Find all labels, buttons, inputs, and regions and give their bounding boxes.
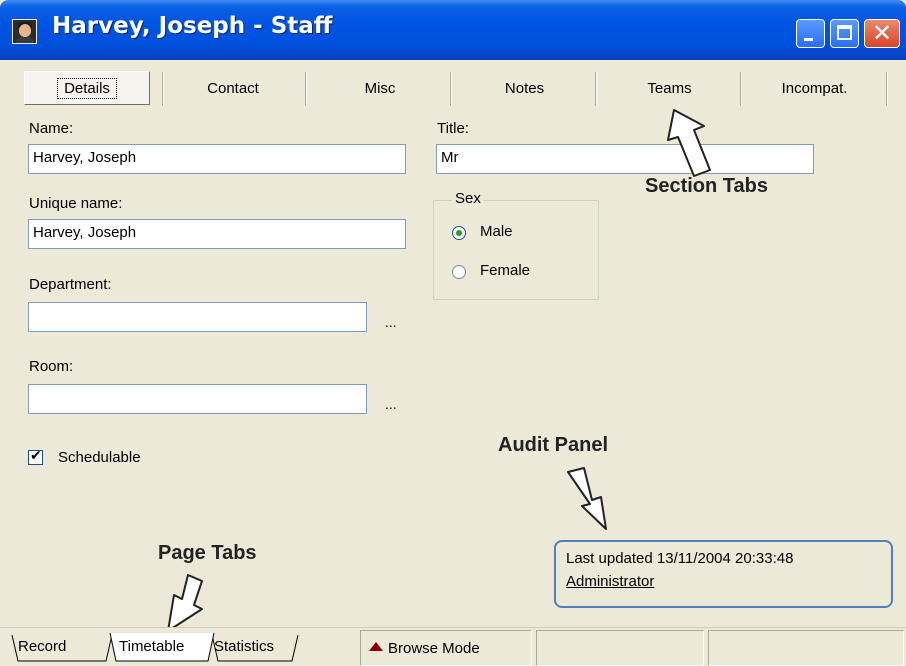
unique-name-field[interactable]: Harvey, Joseph	[28, 219, 406, 249]
radio-selected-dot	[456, 230, 462, 236]
schedulable-label[interactable]: Schedulable	[58, 449, 141, 466]
sex-female-radio[interactable]	[452, 265, 466, 279]
browse-mode-icon	[369, 642, 383, 651]
room-field[interactable]	[28, 384, 367, 414]
page-tab-statistics[interactable]: Statistics	[214, 634, 274, 660]
minimize-button[interactable]	[796, 19, 825, 48]
arrow-down-icon	[567, 467, 607, 530]
department-browse-button[interactable]: ...	[385, 314, 397, 330]
audit-panel: Last updated 13/11/2004 20:33:48 Adminis…	[554, 540, 893, 608]
tab-notes[interactable]: Notes	[452, 73, 597, 105]
last-updated-text: Last updated 13/11/2004 20:33:48	[566, 550, 794, 567]
name-field[interactable]: Harvey, Joseph	[28, 144, 406, 174]
schedulable-checkbox[interactable]: ✔	[28, 448, 43, 465]
maximize-button[interactable]	[830, 19, 859, 48]
tab-separator	[162, 72, 163, 106]
maximize-icon	[837, 25, 852, 40]
browse-mode-text: Browse Mode	[388, 640, 480, 657]
room-browse-button[interactable]: ...	[385, 396, 397, 412]
tab-separator	[886, 72, 887, 106]
arrow-down-icon	[167, 574, 203, 632]
minimize-icon	[804, 38, 813, 41]
sex-label: Sex	[452, 190, 484, 207]
tab-details[interactable]: Details	[24, 71, 150, 105]
name-label: Name:	[29, 120, 74, 137]
staff-window: Harvey, Joseph - Staff ✕ Details Contact…	[0, 0, 906, 666]
audit-panel-annotation: Audit Panel	[498, 434, 609, 456]
unique-name-label: Unique name:	[29, 195, 123, 212]
audit-user-link[interactable]: Administrator	[566, 573, 654, 590]
sex-group	[433, 200, 599, 300]
tab-separator	[595, 72, 596, 106]
close-icon: ✕	[871, 19, 893, 47]
status-panel-empty	[536, 630, 704, 666]
status-panel-empty	[708, 630, 904, 666]
title-label: Title:	[437, 120, 469, 137]
department-label: Department:	[29, 276, 112, 293]
arrow-up-icon	[667, 109, 711, 177]
page-tab-timetable[interactable]: Timetable	[119, 634, 184, 660]
staff-person-icon	[12, 19, 37, 44]
title-field[interactable]: Mr	[436, 144, 814, 174]
window-title: Harvey, Joseph - Staff	[52, 13, 333, 39]
page-tab-record[interactable]: Record	[18, 634, 66, 660]
sex-male-radio[interactable]	[452, 226, 466, 240]
sex-male-label[interactable]: Male	[480, 223, 513, 240]
checkmark-icon: ✔	[30, 448, 42, 464]
department-field[interactable]	[28, 302, 367, 332]
tab-separator	[305, 72, 306, 106]
tab-incompat[interactable]: Incompat.	[742, 73, 887, 105]
tab-teams[interactable]: Teams	[597, 73, 742, 105]
tab-misc[interactable]: Misc	[310, 73, 450, 105]
tab-contact[interactable]: Contact	[163, 73, 303, 105]
room-label: Room:	[29, 358, 74, 375]
tab-separator	[740, 72, 741, 106]
tab-separator	[450, 72, 451, 106]
tab-details-label: Details	[57, 78, 117, 99]
title-bar[interactable]: Harvey, Joseph - Staff ✕	[0, 0, 906, 60]
page-tabs-annotation: Page Tabs	[158, 542, 257, 564]
sex-female-label[interactable]: Female	[480, 262, 530, 279]
close-button[interactable]: ✕	[864, 19, 900, 48]
